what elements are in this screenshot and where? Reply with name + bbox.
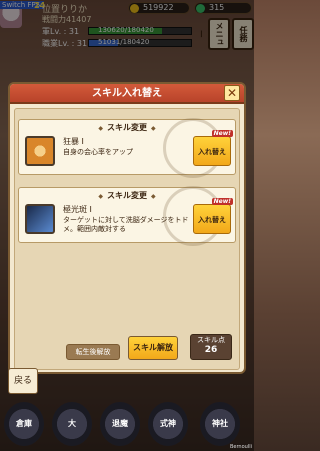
rage-skill-icon[interactable] [25,136,55,166]
new-badge: New! [211,130,233,137]
bottom-menu-shikigami[interactable]: 式神 [148,402,188,446]
dialog-body: スキル変更 狂暴 I 自身の会心率をアップ 入れ替え New! スキル変更 極光… [14,108,240,370]
dialog-title: スキル入れ替え [92,88,162,99]
skill-points-value: 26 [204,345,218,355]
release-after-rebirth-button[interactable]: 転生後解放 [66,344,120,360]
skill-card: スキル変更 極光斑 I ターゲットに対して洗脳ダメージをトドメ。範囲内敵対する … [18,186,236,246]
swap-button[interactable]: 入れ替え [193,136,231,166]
skill-name: 極光斑 I [63,205,92,214]
swap-button[interactable]: 入れ替え [193,204,231,234]
bottom-menu: 倉庫 大 退魔 式神 神社 Bernoulli [0,398,254,451]
skill-swap-dialog: スキル入れ替え ✕ スキル変更 狂暴 I 自身の会心率をアップ 入れ替え New… [8,82,246,374]
new-badge: New! [211,198,233,205]
skill-description: 自身の会心率をアップ [63,148,133,156]
bottom-menu-item-2[interactable]: 大 [52,402,92,446]
bottom-menu-exorcism[interactable]: 退魔 [100,402,140,446]
skill-card: スキル変更 狂暴 I 自身の会心率をアップ 入れ替え New! [18,118,236,178]
bottom-menu-warehouse[interactable]: 倉庫 [4,402,44,446]
watermark: Bernoulli [229,444,252,450]
skill-points-label: スキル点 [197,336,225,344]
bottom-menu-shrine[interactable]: 神社 [200,402,240,446]
back-button[interactable]: 戻る [8,368,38,394]
skill-description: ターゲットに対して洗脳ダメージをトドメ。範囲内敵対する [63,216,189,233]
close-icon[interactable]: ✕ [224,85,240,101]
skill-name: 狂暴 I [63,137,84,146]
skill-points-box: スキル点 26 [190,334,232,360]
aurora-skill-icon[interactable] [25,204,55,234]
dialog-header: スキル入れ替え ✕ [10,84,244,104]
skill-release-button[interactable]: スキル解放 [128,336,178,360]
